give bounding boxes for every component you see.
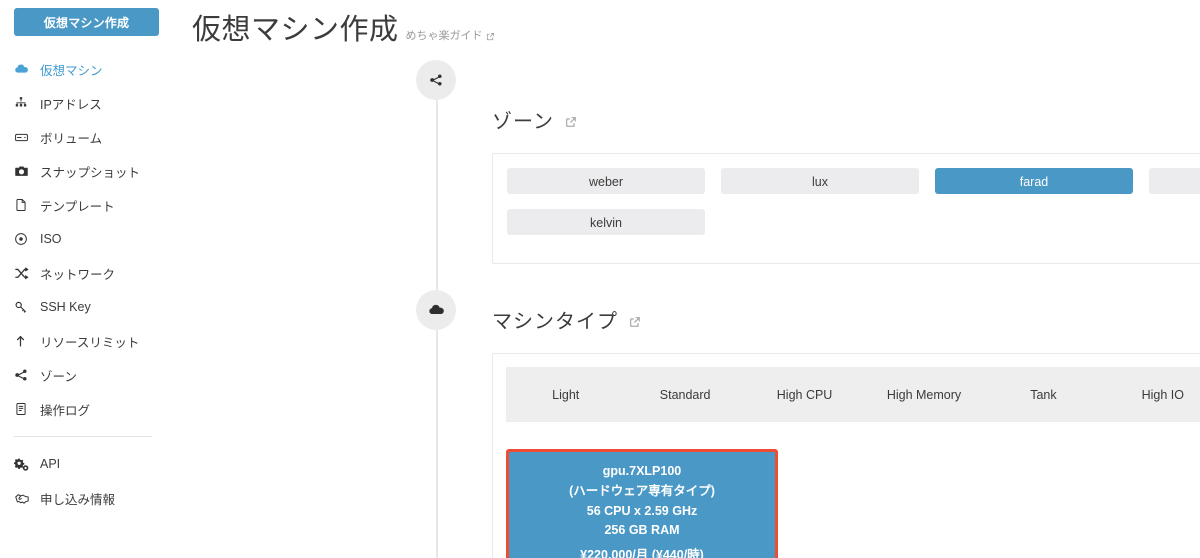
sidebar-item-label: ネットワーク — [40, 267, 116, 282]
sidebar-item-ssh-key[interactable]: SSH Key — [0, 290, 180, 324]
create-virtual-machine-button[interactable]: 仮想マシン作成 — [14, 8, 159, 36]
zone-button-kelvin[interactable]: kelvin — [507, 209, 705, 235]
sidebar-item-snapshot[interactable]: スナップショット — [0, 154, 180, 188]
sidebar-item-volume[interactable]: ボリューム — [0, 120, 180, 154]
sidebar-item-template[interactable]: テンプレート — [0, 188, 180, 222]
sidebar-item-label: ISO — [40, 232, 62, 246]
camera-icon — [14, 164, 36, 179]
document-icon — [14, 402, 36, 416]
gears-icon — [14, 457, 36, 472]
machine-type-card-price: ¥220,000/月 (¥440/時) — [580, 548, 704, 558]
page-subtitle-label: めちゃ楽ガイド — [405, 30, 483, 42]
machine-type-panel: Light Standard High CPU High Memory Tank… — [492, 353, 1200, 558]
zone-button-candela[interactable]: candela — [1149, 168, 1200, 194]
sidebar-item-label: IPアドレス — [40, 97, 102, 112]
zone-button-lux[interactable]: lux — [721, 168, 919, 194]
tab-high-io[interactable]: High IO — [1103, 367, 1200, 422]
sidebar-item-network[interactable]: ネットワーク — [0, 256, 180, 290]
zone-section-header: ゾーン — [492, 105, 1200, 134]
machine-type-card-gpu-7xlp100[interactable]: gpu.7XLP100 (ハードウェア専有タイプ) 56 CPU x 2.59 … — [506, 449, 778, 558]
zone-section: ゾーン weber lux farad candela kelvin — [492, 105, 1200, 264]
shuffle-icon — [14, 266, 36, 281]
sidebar-item-label: 仮想マシン — [40, 63, 103, 78]
machine-type-card-subtitle: (ハードウェア専有タイプ) — [569, 483, 715, 498]
sidebar-item-application-info[interactable]: 申し込み情報 — [0, 481, 180, 515]
zone-panel: weber lux farad candela kelvin — [492, 153, 1200, 264]
external-link-icon[interactable] — [629, 316, 641, 328]
sidebar-item-label: 操作ログ — [40, 403, 91, 418]
sidebar-item-zone[interactable]: ゾーン — [0, 358, 180, 392]
external-link-icon[interactable] — [565, 116, 577, 128]
page-subtitle-link[interactable]: めちゃ楽ガイド — [406, 27, 495, 43]
share-icon — [14, 368, 36, 382]
tab-light[interactable]: Light — [506, 367, 625, 422]
zone-section-title: ゾーン — [492, 111, 554, 133]
handshake-icon — [14, 491, 36, 506]
zone-button-weber[interactable]: weber — [507, 168, 705, 194]
timeline-node-zone — [416, 60, 456, 100]
page-header: 仮想マシン作成 めちゃ楽ガイド — [180, 0, 1200, 48]
sidebar-item-operation-log[interactable]: 操作ログ — [0, 392, 180, 426]
tab-high-cpu[interactable]: High CPU — [745, 367, 864, 422]
machine-type-card-ram: 256 GB RAM — [604, 523, 680, 538]
machine-type-card-list: gpu.7XLP100 (ハードウェア専有タイプ) 56 CPU x 2.59 … — [506, 422, 1200, 558]
sidebar-item-label: ゾーン — [40, 369, 77, 384]
zone-button-farad[interactable]: farad — [935, 168, 1133, 194]
sidebar-item-label: リソースリミット — [40, 335, 140, 350]
app-root: 仮想マシン作成 仮想マシン IPアドレス ボリューム スナップショット テンプレ… — [0, 0, 1200, 558]
machine-type-section: マシンタイプ Light Standard High CPU High Memo… — [492, 305, 1200, 558]
sidebar-item-virtual-machine[interactable]: 仮想マシン — [0, 52, 180, 86]
file-icon — [14, 198, 36, 212]
sitemap-icon — [14, 96, 36, 110]
sidebar-item-api[interactable]: API — [0, 447, 180, 481]
sidebar-item-label: API — [40, 457, 61, 471]
machine-type-card-cpu: 56 CPU x 2.59 GHz — [586, 503, 698, 518]
machine-type-card-name: gpu.7XLP100 — [602, 464, 682, 478]
arrow-up-icon — [14, 334, 36, 348]
tab-standard[interactable]: Standard — [625, 367, 744, 422]
machine-type-section-header: マシンタイプ — [492, 305, 1200, 334]
cloud-icon — [14, 62, 36, 77]
sidebar-item-label: 申し込み情報 — [40, 492, 116, 507]
sidebar-item-resource-limit[interactable]: リソースリミット — [0, 324, 180, 358]
page-title: 仮想マシン作成 — [192, 14, 399, 46]
machine-type-tabs: Light Standard High CPU High Memory Tank… — [506, 367, 1200, 422]
sidebar-item-label: SSH Key — [40, 300, 91, 314]
sidebar-item-ip-address[interactable]: IPアドレス — [0, 86, 180, 120]
cloud-icon — [428, 302, 445, 319]
sidebar-item-label: テンプレート — [40, 199, 115, 214]
sidebar: 仮想マシン作成 仮想マシン IPアドレス ボリューム スナップショット テンプレ… — [0, 0, 180, 558]
sidebar-item-label: スナップショット — [40, 165, 141, 180]
external-link-icon — [486, 32, 495, 41]
main-content: 仮想マシン作成 めちゃ楽ガイド ゾーン weber lux farad kelv… — [180, 0, 1200, 558]
hdd-icon — [14, 130, 36, 145]
machine-type-section-title: マシンタイプ — [492, 311, 618, 333]
timeline-node-machine-type — [416, 290, 456, 330]
share-icon — [429, 73, 443, 87]
key-icon — [14, 300, 36, 314]
disc-icon — [14, 232, 36, 246]
sidebar-divider — [14, 436, 152, 437]
zone-button-grid: weber lux farad candela kelvin — [507, 168, 1200, 235]
tab-high-memory[interactable]: High Memory — [864, 367, 983, 422]
sidebar-item-iso[interactable]: ISO — [0, 222, 180, 256]
tab-tank[interactable]: Tank — [984, 367, 1103, 422]
sidebar-nav: 仮想マシン IPアドレス ボリューム スナップショット テンプレート ISO ネ… — [0, 52, 180, 515]
sidebar-item-label: ボリューム — [40, 131, 103, 146]
